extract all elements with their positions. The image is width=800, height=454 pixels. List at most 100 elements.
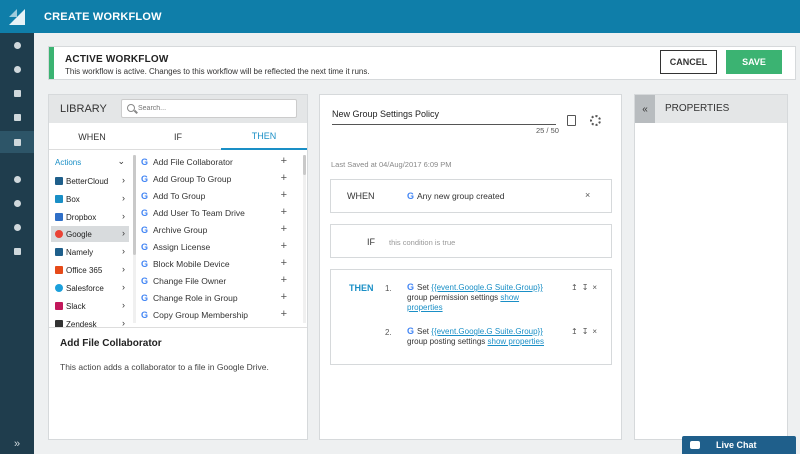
users-icon[interactable] bbox=[0, 82, 34, 104]
category-scrollbar[interactable] bbox=[133, 155, 136, 323]
plus-icon[interactable]: + bbox=[281, 206, 287, 218]
close-icon[interactable]: × bbox=[592, 283, 601, 292]
library-search[interactable] bbox=[121, 99, 297, 118]
plus-icon[interactable]: + bbox=[281, 291, 287, 303]
category-slack[interactable]: Slack › bbox=[51, 298, 129, 314]
step-variable-link[interactable]: {{event.Google.G Suite.Group}} bbox=[431, 327, 543, 336]
category-label: Office 365 bbox=[66, 265, 103, 275]
move-up-icon[interactable]: ↥ bbox=[571, 283, 582, 292]
divider bbox=[49, 327, 307, 328]
plus-icon[interactable]: + bbox=[281, 257, 287, 269]
tab-when[interactable]: WHEN bbox=[49, 124, 135, 150]
category-zendesk[interactable]: Zendesk › bbox=[51, 316, 129, 332]
category-box[interactable]: Box › bbox=[51, 191, 129, 207]
nav-rail: » bbox=[0, 0, 34, 454]
save-button[interactable]: SAVE bbox=[726, 50, 782, 74]
then-step[interactable]: G Set {{event.Google.G Suite.Group}} grou… bbox=[407, 282, 547, 313]
action-label: Block Mobile Device bbox=[153, 259, 230, 269]
properties-panel: « PROPERTIES bbox=[634, 94, 788, 440]
close-icon[interactable]: × bbox=[592, 327, 601, 336]
action-item[interactable]: G Add File Collaborator + bbox=[141, 154, 291, 170]
plus-icon[interactable]: + bbox=[281, 189, 287, 201]
action-item[interactable]: G Change Role in Group + bbox=[141, 290, 291, 306]
refresh-icon[interactable] bbox=[0, 168, 34, 190]
action-item[interactable]: G Block Mobile Device + bbox=[141, 256, 291, 272]
category-salesforce[interactable]: Salesforce › bbox=[51, 280, 129, 296]
category-google[interactable]: Google › bbox=[51, 226, 129, 242]
google-icon: G bbox=[141, 276, 149, 286]
category-label: Box bbox=[66, 194, 80, 204]
step-suffix: group permission settings bbox=[407, 293, 499, 302]
cancel-button[interactable]: CANCEL bbox=[660, 50, 717, 74]
chevron-right-icon: › bbox=[122, 228, 125, 238]
when-card[interactable]: WHEN G Any new group created × bbox=[330, 179, 612, 213]
chat-bubble-icon bbox=[690, 441, 700, 449]
google-icon: G bbox=[141, 191, 149, 201]
plus-icon[interactable]: + bbox=[281, 274, 287, 286]
category-label: Google bbox=[66, 229, 92, 239]
step-variable-link[interactable]: {{event.Google.G Suite.Group}} bbox=[431, 283, 543, 292]
move-up-icon[interactable]: ↥ bbox=[571, 327, 582, 336]
plus-icon[interactable]: + bbox=[281, 223, 287, 235]
action-label: Add User To Team Drive bbox=[153, 208, 245, 218]
action-label: Add File Collaborator bbox=[153, 157, 233, 167]
google-icon: G bbox=[407, 282, 415, 292]
move-down-icon[interactable]: ↧ bbox=[582, 283, 593, 292]
then-step[interactable]: G Set {{event.Google.G Suite.Group}} grou… bbox=[407, 326, 547, 347]
properties-title: PROPERTIES bbox=[665, 103, 730, 114]
when-trigger: G Any new group created bbox=[407, 191, 504, 201]
plus-icon[interactable]: + bbox=[281, 155, 287, 167]
then-label: THEN bbox=[349, 283, 374, 293]
action-detail-description: This action adds a collaborator to a fil… bbox=[60, 362, 269, 372]
action-item[interactable]: G Assign License + bbox=[141, 239, 291, 255]
category-office365[interactable]: Office 365 › bbox=[51, 262, 129, 278]
action-item[interactable]: G Change File Owner + bbox=[141, 273, 291, 289]
google-icon: G bbox=[141, 174, 149, 184]
action-label: Add To Group bbox=[153, 191, 206, 201]
action-label: Archive Group bbox=[153, 225, 208, 235]
plus-icon[interactable]: + bbox=[281, 308, 287, 320]
category-bettercloud[interactable]: BetterCloud › bbox=[51, 173, 129, 189]
document-icon[interactable] bbox=[567, 115, 576, 126]
chevron-right-icon: › bbox=[122, 175, 125, 185]
plus-icon[interactable]: + bbox=[281, 172, 287, 184]
action-scrollbar[interactable] bbox=[303, 155, 306, 323]
plus-icon[interactable]: + bbox=[281, 240, 287, 252]
category-label: Slack bbox=[66, 301, 86, 311]
action-item[interactable]: G Add User To Team Drive + bbox=[141, 205, 291, 221]
action-label: Change File Owner bbox=[153, 276, 227, 286]
tab-if[interactable]: IF bbox=[135, 124, 221, 150]
action-item[interactable]: G Archive Group + bbox=[141, 222, 291, 238]
search-input[interactable] bbox=[138, 102, 288, 115]
move-down-icon[interactable]: ↧ bbox=[582, 327, 593, 336]
category-dropbox[interactable]: Dropbox › bbox=[51, 209, 129, 225]
workflow-icon[interactable] bbox=[0, 131, 34, 153]
action-item[interactable]: G Add Group To Group + bbox=[141, 171, 291, 187]
expand-nav-button[interactable]: » bbox=[0, 438, 34, 450]
close-icon[interactable]: × bbox=[585, 190, 590, 200]
when-trigger-text: Any new group created bbox=[417, 191, 505, 201]
actions-header[interactable]: Actions ⌄ bbox=[51, 154, 129, 170]
logo-icon[interactable] bbox=[0, 0, 34, 33]
show-properties-link[interactable]: show properties bbox=[488, 337, 544, 346]
tab-then[interactable]: THEN bbox=[221, 124, 307, 150]
action-item[interactable]: G Copy Group Membership + bbox=[141, 307, 291, 323]
banner-description: This workflow is active. Changes to this… bbox=[65, 67, 370, 76]
chat-icon[interactable] bbox=[0, 240, 34, 262]
user-settings-icon[interactable] bbox=[0, 192, 34, 214]
category-namely[interactable]: Namely › bbox=[51, 244, 129, 260]
library-panel: LIBRARY WHEN IF THEN Actions ⌄ BetterClo… bbox=[48, 94, 308, 440]
lightbulb-icon[interactable] bbox=[0, 34, 34, 56]
google-icon: G bbox=[141, 157, 149, 167]
workflow-name-input[interactable]: New Group Settings Policy bbox=[332, 109, 556, 125]
live-chat-label: Live Chat bbox=[716, 440, 757, 450]
google-icon: G bbox=[141, 310, 149, 320]
if-card[interactable]: IF this condition is true bbox=[330, 224, 612, 258]
gear-icon[interactable] bbox=[590, 115, 601, 126]
bell-icon[interactable] bbox=[0, 58, 34, 80]
collapse-panel-button[interactable]: « bbox=[635, 95, 655, 123]
action-item[interactable]: G Add To Group + bbox=[141, 188, 291, 204]
layers-icon[interactable] bbox=[0, 106, 34, 128]
integrations-icon[interactable] bbox=[0, 216, 34, 238]
live-chat-button[interactable]: Live Chat bbox=[682, 436, 796, 454]
